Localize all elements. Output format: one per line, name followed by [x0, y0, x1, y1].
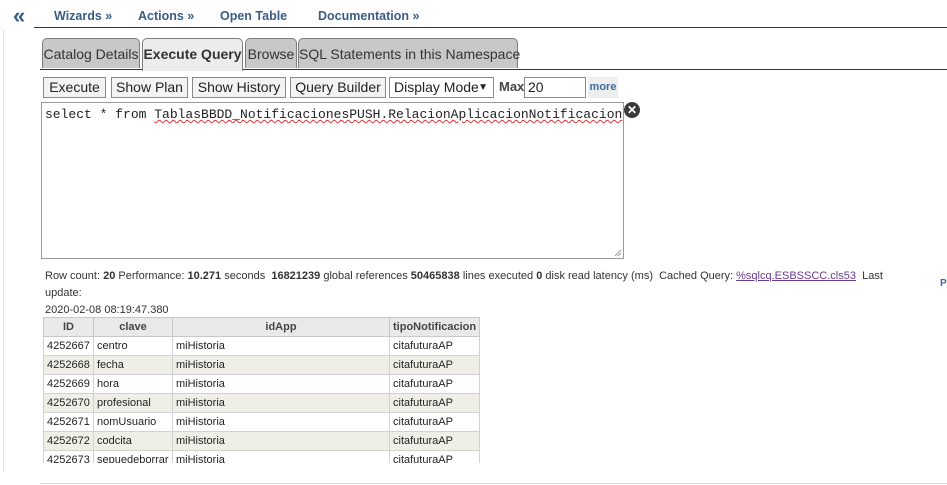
- table-row: 4252673 sepuedeborrar miHistoria citafutur…: [43, 450, 481, 463]
- nav-wizards[interactable]: Wizards »: [54, 9, 112, 23]
- nav-documentation[interactable]: Documentation »: [318, 9, 419, 23]
- collapse-sidebar-icon[interactable]: «: [13, 4, 25, 28]
- dropdown-arrow-icon: ▼: [478, 82, 488, 93]
- show-history-button[interactable]: Show History: [192, 77, 286, 98]
- show-plan-button[interactable]: Show Plan: [111, 77, 188, 98]
- display-mode-select[interactable]: Display Mode ▼: [389, 77, 494, 98]
- table-row: 4252667 centro miHistoria citafuturaAP: [43, 336, 481, 356]
- column-header-clave[interactable]: clave: [93, 317, 173, 337]
- table-row: 4252671 nomUsuario miHistoria citafuturaAP: [43, 412, 481, 432]
- max-rows-input[interactable]: 20: [524, 77, 586, 98]
- top-nav: Wizards » Actions » Open Table Documenta…: [34, 0, 947, 28]
- nav-actions[interactable]: Actions »: [138, 9, 194, 23]
- max-label: Max: [499, 79, 525, 94]
- column-header-id[interactable]: ID: [43, 317, 94, 337]
- tab-catalog-details[interactable]: Catalog Details: [42, 38, 140, 68]
- left-divider: [3, 30, 4, 472]
- table-row: 4252668 fecha miHistoria citafuturaAP: [43, 355, 481, 375]
- query-textarea[interactable]: select * from TablasBBDD_NotificacionesP…: [41, 102, 624, 259]
- tab-sql-statements[interactable]: SQL Statements in this Namespace: [298, 38, 520, 68]
- table-row: 4252670 profesional miHistoria citafuturaA…: [43, 393, 481, 413]
- execute-button[interactable]: Execute: [43, 77, 106, 98]
- cached-query-link[interactable]: %sqlcq.ESBSSCC.cls53: [736, 270, 856, 282]
- column-header-tiponotificacion[interactable]: tipoNotificacion: [388, 317, 481, 337]
- bottom-divider: [40, 483, 947, 484]
- table-row: 4252669 hora miHistoria citafuturaAP: [43, 374, 481, 394]
- column-header-idapp[interactable]: idApp: [172, 317, 390, 337]
- tab-browse[interactable]: Browse: [245, 38, 297, 68]
- query-stats: Row count: 20 Performance: 10.271 second…: [45, 270, 883, 316]
- more-link[interactable]: more: [588, 77, 618, 98]
- query-builder-button[interactable]: Query Builder: [290, 77, 386, 98]
- results-table: ID clave idApp tipoNotificacion 4252667 c…: [43, 317, 481, 463]
- clear-query-icon[interactable]: ✕: [624, 102, 640, 118]
- table-row: 4252672 codcita miHistoria citafuturaAP: [43, 431, 481, 451]
- results-table-container[interactable]: ID clave idApp tipoNotificacion 4252667 c…: [43, 317, 481, 463]
- resize-handle-icon[interactable]: [614, 249, 622, 257]
- tab-execute-query[interactable]: Execute Query: [142, 38, 243, 71]
- last-update-value: 2020-02-08 08:19:47.380: [45, 304, 169, 316]
- nav-open-table[interactable]: Open Table: [220, 9, 287, 23]
- display-mode-value: Display Mode: [394, 79, 479, 95]
- right-edge-link[interactable]: P: [940, 278, 947, 289]
- query-text: select * from TablasBBDD_NotificacionesP…: [45, 107, 623, 122]
